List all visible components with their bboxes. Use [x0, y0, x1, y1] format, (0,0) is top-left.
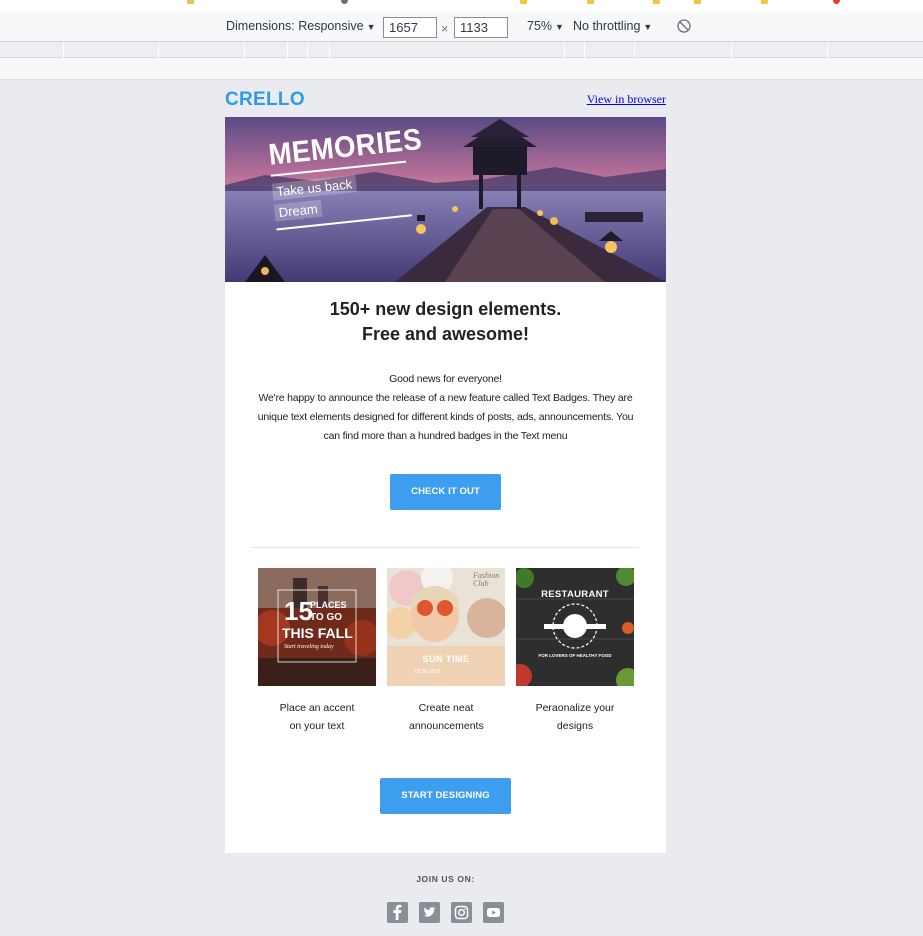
feature-thumb-restaurant[interactable]: RESTAURANT FOR LOVERS OF HEALTHY FOOD [516, 568, 634, 686]
feature-caption-1: Place an accent on your text [279, 702, 355, 732]
thumb3-tagline: FOR LOVERS OF HEALTHY FOOD [538, 653, 612, 658]
crello-logo[interactable]: CRELLO [225, 89, 305, 111]
facebook-icon[interactable] [387, 902, 408, 923]
ruler-spacer [0, 58, 923, 80]
times-sign: × [441, 22, 449, 36]
media-query-ruler[interactable] [0, 42, 923, 58]
feature-caption-3: Peraonalize your designs [535, 702, 615, 732]
bookmarks-strip [0, 0, 923, 12]
thumb2-title: SUN TIME [422, 654, 470, 664]
headline: 150+ new design elements. Free and aweso… [329, 299, 562, 344]
throttling-dropdown[interactable]: No throttling ▼ [573, 19, 652, 33]
thumb1-script: Start traveling today [284, 644, 334, 650]
body-paragraph: We're happy to announce the release of a… [257, 392, 634, 442]
thumb2-date: 05.06.2019 [415, 669, 441, 675]
width-input[interactable]: 1657 [383, 17, 437, 38]
twitter-icon[interactable] [419, 902, 440, 923]
start-designing-button[interactable]: START DESIGNING [380, 778, 511, 814]
feature-thumb-travel[interactable]: 15 PLACES TO GO THIS FALL Start travelin… [258, 568, 376, 686]
youtube-icon[interactable] [483, 902, 504, 923]
thumb1-togo: TO GO [310, 612, 343, 623]
thumb2-brand: Fashion Club [473, 571, 500, 588]
hero-banner: MEMORIES Take us back Dream [225, 117, 666, 282]
zoom-dropdown[interactable]: 75% ▼ [527, 19, 564, 33]
feature-caption-2: Create neat announcements [409, 702, 484, 732]
join-us-label: JOIN US ON: [416, 874, 475, 884]
thumb3-title: RESTAURANT [541, 589, 609, 600]
hero-line2: Dream [273, 199, 323, 222]
feature-thumb-fashion[interactable]: Fashion Club SUN TIME 05.06.2019 [387, 568, 505, 686]
divider [252, 547, 639, 548]
instagram-icon[interactable] [451, 902, 472, 923]
device-toolbar: Dimensions: Responsive ▼ 1657 × 1133 75% ▼… [0, 12, 923, 42]
body-text: Good news for everyone! We're happy to a… [249, 370, 642, 446]
body-greeting: Good news for everyone! [389, 373, 502, 385]
height-input[interactable]: 1133 [454, 17, 508, 38]
thumb1-number: 15 [284, 596, 313, 626]
content-card: 150+ new design elements. Free and aweso… [225, 282, 666, 853]
hero-overlay-text: MEMORIES Take us back Dream [267, 122, 443, 235]
rotate-icon[interactable] [676, 18, 692, 37]
thumb1-places: PLACES [310, 600, 347, 610]
thumb1-title: THIS FALL [282, 625, 353, 641]
check-it-out-button[interactable]: CHECK IT OUT [390, 474, 501, 510]
view-in-browser-link[interactable]: View in browser [587, 92, 666, 107]
dimensions-dropdown[interactable]: Dimensions: Responsive ▼ [226, 19, 375, 33]
